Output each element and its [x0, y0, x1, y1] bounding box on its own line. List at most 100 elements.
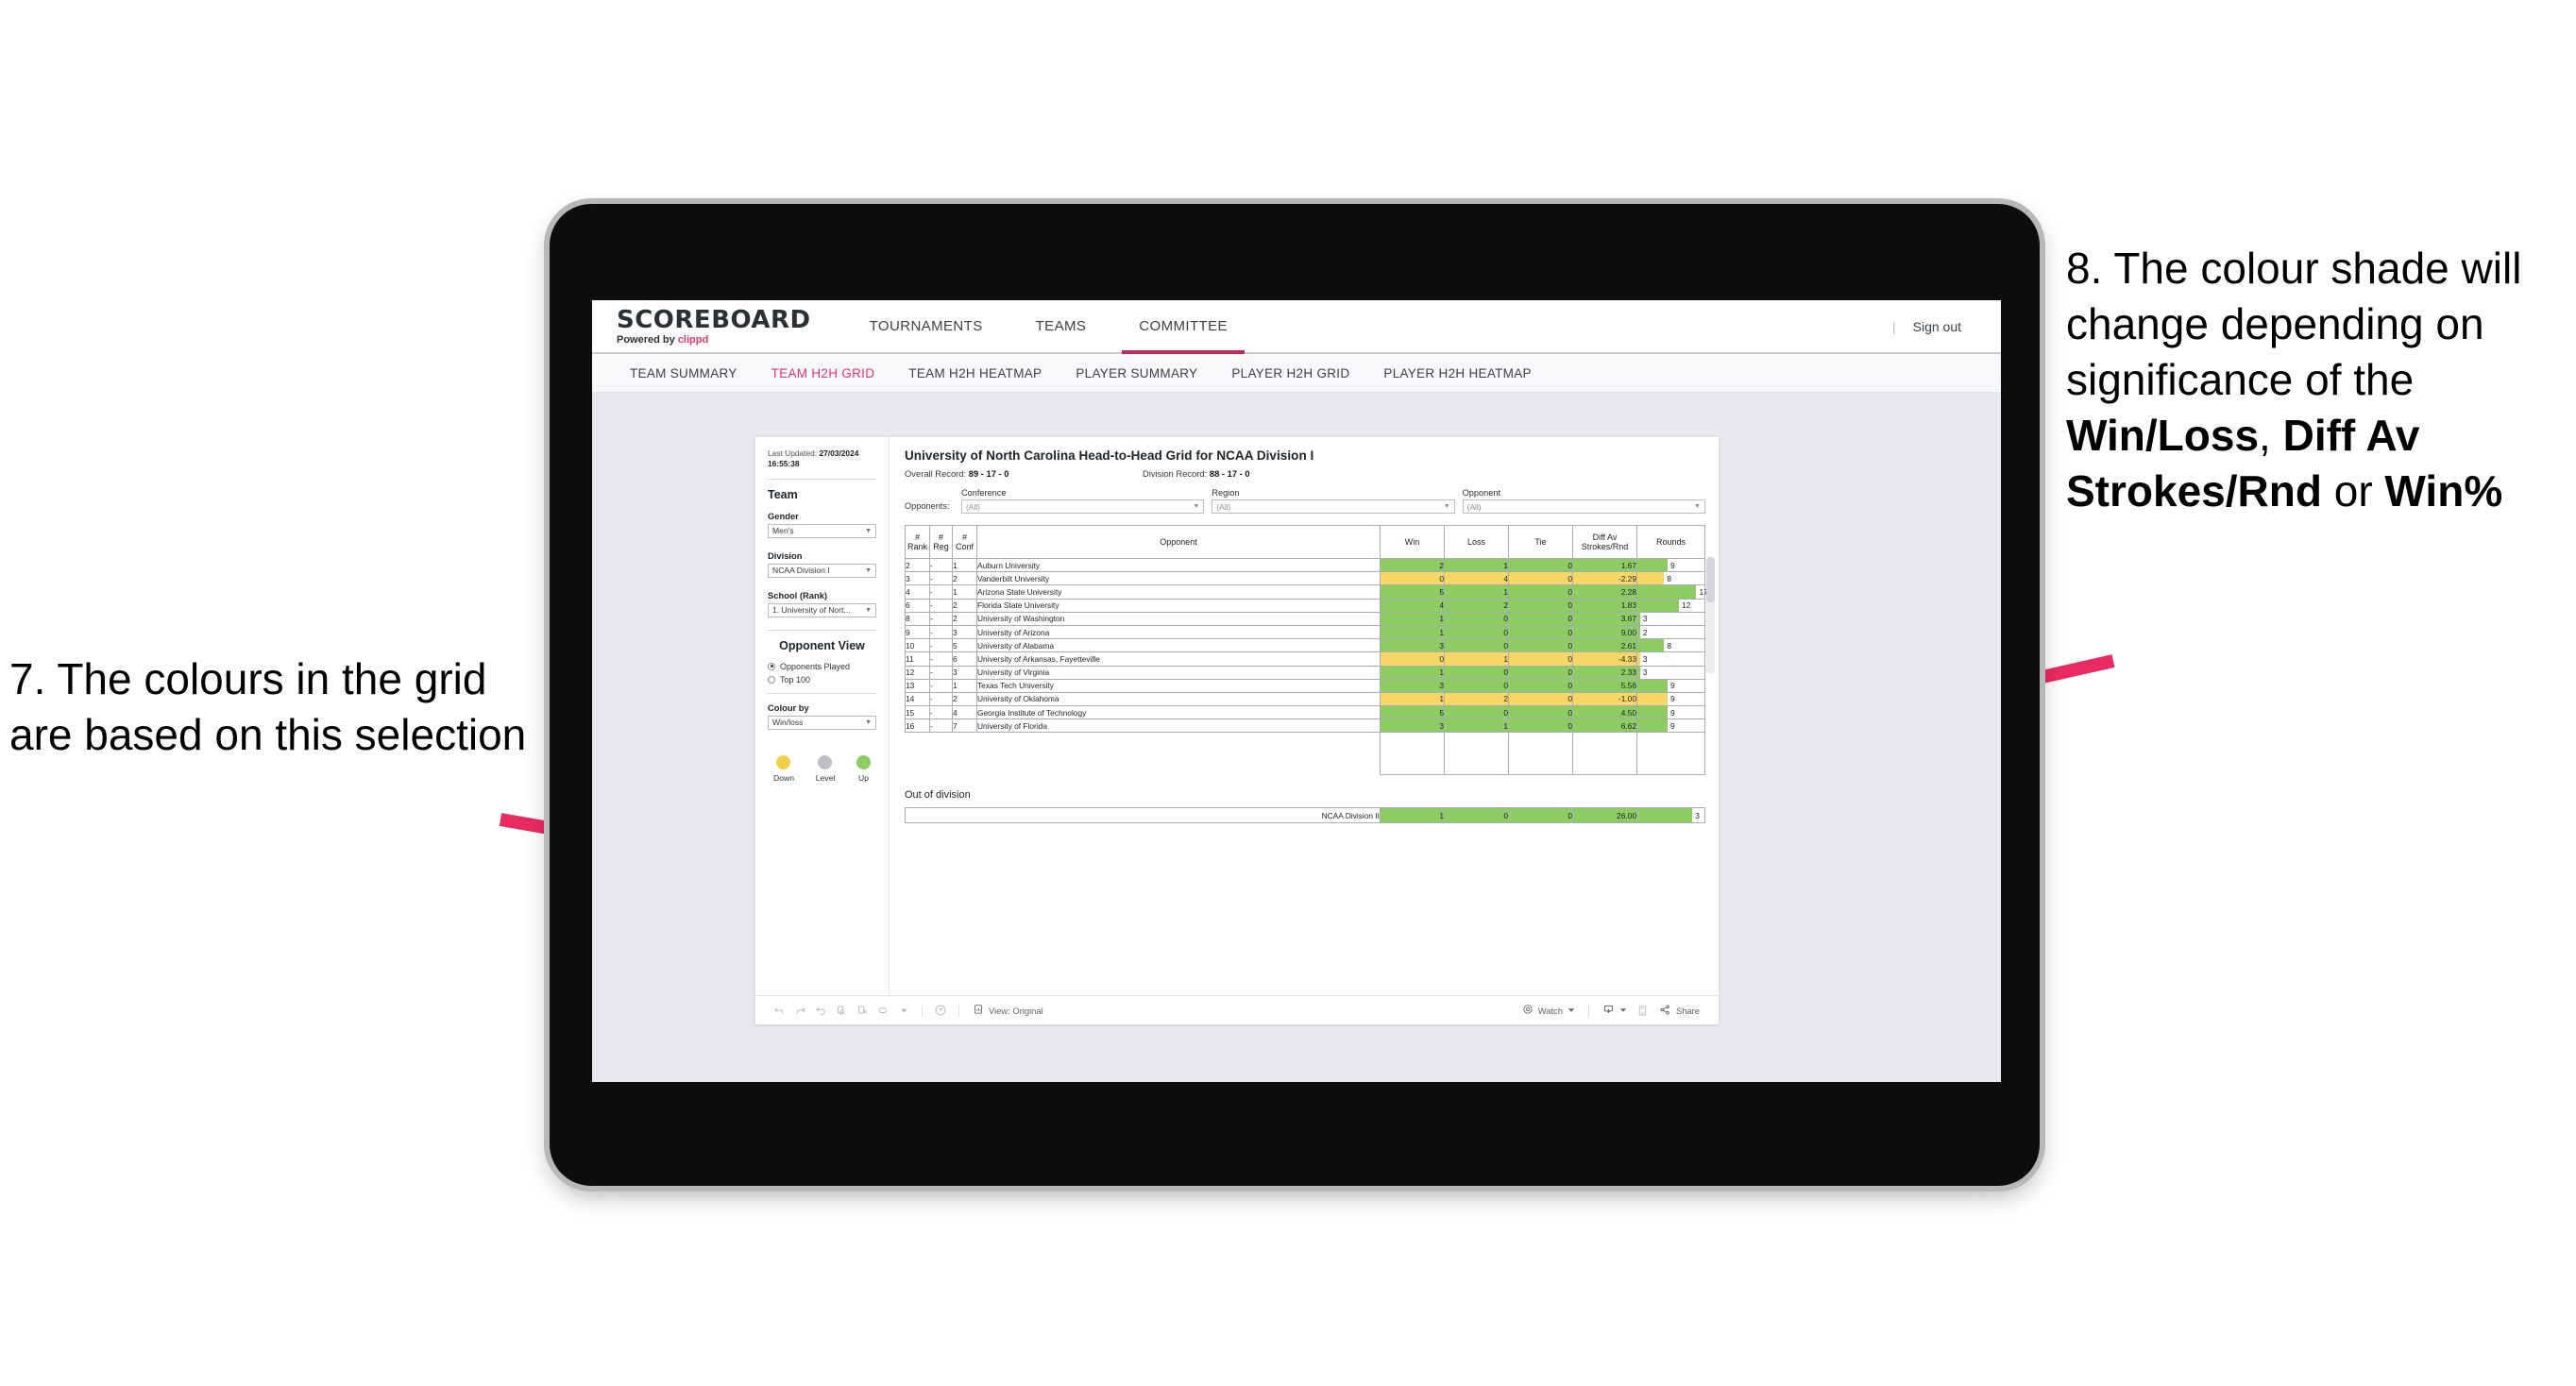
col-win[interactable]: Win — [1380, 525, 1445, 559]
table-row[interactable]: 16-7 University of Florida 3 1 0 6.62 9 — [905, 718, 1705, 734]
table-row[interactable]: 12-3 University of Virginia 1 0 0 2.33 3 — [905, 665, 1705, 680]
sub-nav-player-h2h-grid[interactable]: PLAYER H2H GRID — [1214, 366, 1366, 380]
cell-reg: - — [929, 624, 953, 640]
cell-reg: - — [929, 571, 953, 586]
legend-dot-down — [776, 754, 791, 769]
cell-opponent: University of Alabama — [976, 638, 1381, 653]
cell-tie: 0 — [1508, 651, 1573, 667]
sub-nav-team-summary[interactable]: TEAM SUMMARY — [613, 366, 754, 380]
rounds-value: 12 — [1682, 600, 1691, 611]
shape-icon[interactable] — [873, 1000, 893, 1021]
cell-opponent: University of Arkansas, Fayetteville — [976, 651, 1381, 667]
undo-icon[interactable] — [769, 1000, 789, 1021]
divider — [768, 629, 876, 631]
sign-out-link[interactable]: Sign out — [1913, 319, 1961, 334]
table-row[interactable]: 2-1 Auburn University 2 1 0 1.67 9 — [905, 557, 1705, 573]
revert-icon[interactable] — [810, 1000, 831, 1021]
cell-loss: 1 — [1444, 718, 1509, 734]
logo-brand: clippd — [677, 333, 709, 346]
top-nav-tournaments[interactable]: TOURNAMENTS — [843, 300, 1009, 352]
rounds-value: 9 — [1669, 707, 1675, 718]
sub-nav-team-h2h-heatmap[interactable]: TEAM H2H HEATMAP — [891, 366, 1059, 380]
filter-region-select[interactable]: (All) ▼ — [1212, 499, 1455, 514]
table-row[interactable]: 6-2 Florida State University 4 2 0 1.83 12 — [905, 598, 1705, 613]
fullscreen-icon[interactable] — [1633, 1000, 1653, 1021]
grid-scrollbar-thumb[interactable] — [1706, 557, 1715, 602]
col-reg[interactable]: # Reg — [929, 525, 953, 559]
sub-nav-player-h2h-heatmap[interactable]: PLAYER H2H HEATMAP — [1366, 366, 1548, 380]
col-diff-av-strokes[interactable]: Diff Av Strokes/Rnd — [1572, 525, 1637, 559]
app-logo[interactable]: SCOREBOARD Powered by clippd — [592, 308, 843, 346]
division-select[interactable]: NCAA Division I ▼ — [768, 563, 876, 578]
colour-by-select[interactable]: Win/loss ▼ — [768, 715, 876, 730]
cell-diff: -4.33 — [1572, 651, 1637, 667]
chevron-down-icon: ▼ — [1193, 503, 1200, 510]
cell-conf: 1 — [952, 584, 977, 600]
cell-rounds: 9 — [1636, 691, 1705, 707]
download-button[interactable] — [1597, 1004, 1633, 1018]
rounds-value: 3 — [1642, 668, 1648, 678]
col-conf[interactable]: # Conf — [952, 525, 977, 559]
annotation-8-segment-5: Win% — [2384, 465, 2503, 516]
sub-nav-player-summary[interactable]: PLAYER SUMMARY — [1059, 366, 1214, 380]
cell-blank — [906, 733, 930, 775]
pause-icon[interactable] — [852, 1000, 873, 1021]
table-row[interactable]: 8-2 University of Washington 1 0 0 3.67 3 — [905, 611, 1705, 626]
out-of-division-row[interactable]: NCAA Division II 1 0 0 26.00 3 — [905, 807, 1705, 824]
table-row[interactable]: 14-2 University of Oklahoma 1 2 0 -1.00 9 — [905, 691, 1705, 707]
filter-conference-select[interactable]: (All) ▼ — [961, 499, 1205, 514]
rounds-bar — [1637, 706, 1668, 719]
col-loss[interactable]: Loss — [1444, 525, 1509, 559]
record-summary: Overall Record: 89 - 17 - 0 Division Rec… — [905, 468, 1705, 479]
table-row[interactable]: 4-1 Arizona State University 5 1 0 2.28 17 — [905, 584, 1708, 600]
table-row[interactable]: 3-2 Vanderbilt University 0 4 0 -2.29 8 — [905, 571, 1705, 586]
filter-opponent-select[interactable]: (All) ▼ — [1462, 499, 1705, 514]
rounds-bar — [1637, 692, 1668, 706]
view-original-button[interactable]: View: Original — [967, 1004, 1049, 1017]
col-rank[interactable]: # Rank — [905, 525, 930, 559]
cell-rank: 4 — [905, 584, 930, 600]
divider — [768, 478, 876, 480]
cell-opponent: Georgia Institute of Technology — [976, 705, 1381, 720]
cell-reg: - — [929, 557, 953, 573]
cell-reg: - — [929, 611, 953, 626]
rounds-bar — [1637, 639, 1665, 652]
refresh-data-icon[interactable] — [831, 1000, 852, 1021]
cell-opponent: Vanderbilt University — [976, 571, 1381, 586]
gender-select[interactable]: Men's ▼ — [768, 523, 876, 538]
chevron-down-icon[interactable] — [893, 1000, 914, 1021]
col-reg-l2: Reg — [933, 542, 949, 551]
h2h-grid-table: # Rank # Reg # Conf Opponent Win Loss Tie D… — [905, 525, 1708, 776]
watch-button[interactable]: Watch — [1517, 1004, 1581, 1017]
radio-opponents-played[interactable]: Opponents Played — [768, 662, 876, 671]
control-sidebar: Last Updated: 27/03/2024 16:55:38 Team G… — [755, 437, 890, 995]
legend-dot-level — [818, 754, 833, 769]
school-select[interactable]: 1. University of Nort... ▼ — [768, 602, 876, 617]
table-row[interactable]: 15-4 Georgia Institute of Technology 5 0 0 4.… — [905, 705, 1705, 720]
filter-conference-label: Conference — [961, 488, 1007, 498]
share-button[interactable]: Share — [1653, 1004, 1705, 1018]
col-rounds[interactable]: Rounds — [1636, 525, 1705, 559]
colour-by-value: Win/loss — [772, 718, 804, 728]
cell-tie: 0 — [1508, 611, 1573, 626]
radio-top-100[interactable]: Top 100 — [768, 675, 876, 685]
cell-loss: 0 — [1444, 624, 1509, 640]
col-opponent[interactable]: Opponent — [976, 525, 1381, 559]
cell-opponent: University of Virginia — [976, 665, 1381, 680]
help-icon[interactable] — [930, 1000, 951, 1021]
table-row[interactable]: 10-5 University of Alabama 3 0 0 2.61 8 — [905, 638, 1705, 653]
table-row[interactable]: 11-6 University of Arkansas, Fayetteville… — [905, 651, 1705, 667]
gender-label: Gender — [768, 510, 799, 521]
col-tie[interactable]: Tie — [1508, 525, 1573, 559]
table-row[interactable]: 13-1 Texas Tech University 3 0 0 5.56 9 — [905, 678, 1705, 693]
opponent-view-heading: Opponent View — [779, 638, 865, 652]
cell-rounds: 17 — [1636, 584, 1708, 600]
cell-rank: 16 — [905, 718, 930, 734]
redo-icon[interactable] — [789, 1000, 810, 1021]
sub-nav-team-h2h-grid[interactable]: TEAM H2H GRID — [754, 366, 892, 380]
top-nav-teams[interactable]: TEAMS — [1009, 300, 1113, 352]
table-row[interactable]: 9-3 University of Arizona 1 0 0 9.00 2 — [905, 624, 1705, 640]
grid-scrollbar[interactable] — [1706, 557, 1715, 674]
overall-record-label: Overall Record: — [905, 468, 967, 479]
top-nav-committee[interactable]: COMMITTEE — [1112, 300, 1254, 354]
